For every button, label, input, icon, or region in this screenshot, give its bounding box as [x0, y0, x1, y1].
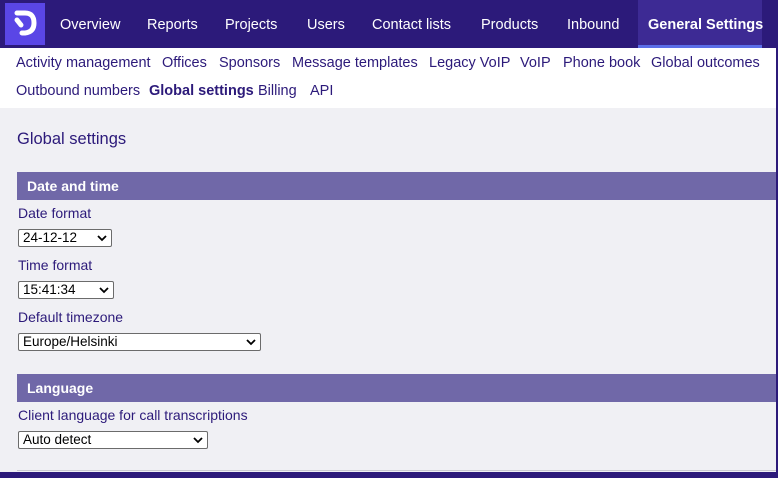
section-title: Language [27, 380, 94, 396]
time-format-value: 15:41:34 [23, 282, 76, 297]
nav-users[interactable]: Users [307, 0, 345, 48]
default-timezone-label: Default timezone [18, 309, 124, 325]
client-language-value: Auto detect [23, 432, 92, 447]
date-format-select[interactable]: 24-12-12 [18, 229, 112, 247]
chevron-down-icon [97, 235, 107, 242]
client-language-select[interactable]: Auto detect [18, 431, 208, 449]
date-format-label: Date format [18, 205, 92, 221]
subnav-billing[interactable]: Billing [258, 83, 297, 99]
subnav-api[interactable]: API [310, 83, 333, 99]
subnav-global-settings[interactable]: Global settings [149, 83, 254, 99]
default-timezone-value: Europe/Helsinki [23, 334, 118, 349]
nav-inbound[interactable]: Inbound [567, 0, 619, 48]
nav-products[interactable]: Products [481, 0, 538, 48]
nav-reports[interactable]: Reports [147, 0, 198, 48]
default-timezone-select[interactable]: Europe/Helsinki [18, 333, 261, 351]
chevron-down-icon [246, 339, 256, 346]
section-title: Date and time [27, 178, 119, 194]
section-header-date-time: Date and time [17, 172, 776, 200]
subnav-voip[interactable]: VoIP [520, 55, 551, 71]
chevron-down-icon [193, 437, 203, 444]
app-window: Overview Reports Projects Users Contact … [0, 0, 776, 472]
nav-contact-lists[interactable]: Contact lists [372, 0, 451, 48]
client-language-label: Client language for call transcriptions [18, 407, 248, 423]
main-content: Global settings Date and time Date forma… [0, 108, 776, 472]
subnav-legacy-voip[interactable]: Legacy VoIP [429, 55, 510, 71]
top-navigation: Overview Reports Projects Users Contact … [0, 0, 776, 48]
page-title: Global settings [17, 130, 127, 148]
nav-general-settings[interactable]: General Settings [638, 0, 763, 48]
chevron-down-icon [99, 287, 109, 294]
nav-overview[interactable]: Overview [60, 0, 120, 48]
time-format-label: Time format [18, 257, 93, 273]
section-divider [17, 470, 776, 471]
date-format-value: 24-12-12 [23, 230, 78, 245]
subnav-offices[interactable]: Offices [162, 55, 207, 71]
sub-navigation: Activity management Offices Sponsors Mes… [0, 48, 776, 108]
subnav-message-templates[interactable]: Message templates [292, 55, 418, 71]
subnav-outbound-numbers[interactable]: Outbound numbers [16, 83, 140, 99]
section-header-language: Language [17, 374, 776, 402]
subnav-global-outcomes[interactable]: Global outcomes [651, 55, 760, 71]
subnav-activity-management[interactable]: Activity management [16, 55, 151, 71]
time-format-select[interactable]: 15:41:34 [18, 281, 114, 299]
subnav-sponsors[interactable]: Sponsors [219, 55, 280, 71]
subnav-phone-book[interactable]: Phone book [563, 55, 640, 71]
brand-logo-icon[interactable] [5, 3, 45, 45]
nav-projects[interactable]: Projects [225, 0, 277, 48]
